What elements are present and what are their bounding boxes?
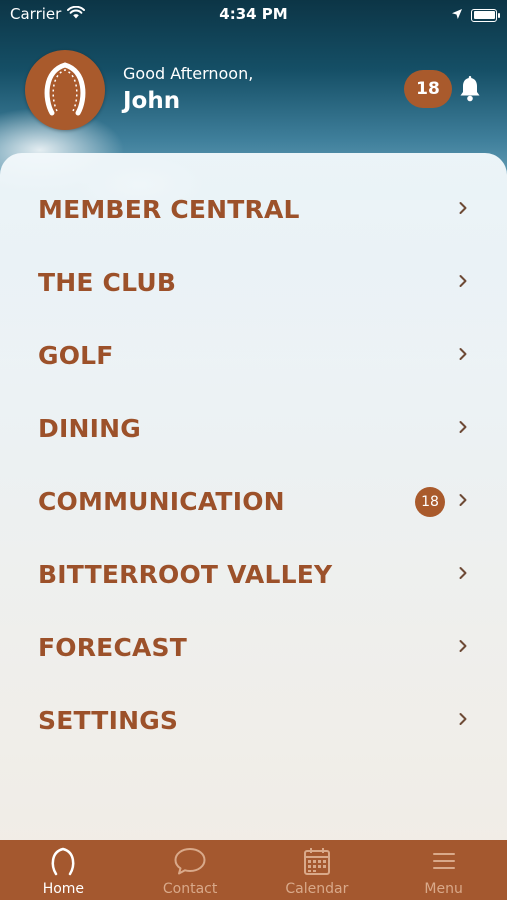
menu-item-forecast[interactable]: FORECAST — [0, 611, 507, 684]
chevron-right-icon — [458, 419, 468, 438]
tab-calendar[interactable]: Calendar — [254, 840, 381, 900]
menu-item-label: THE CLUB — [38, 268, 177, 297]
tab-contact[interactable]: Contact — [127, 840, 254, 900]
tab-label: Home — [42, 881, 85, 897]
location-arrow-icon — [451, 6, 463, 24]
menu-item-label: MEMBER CENTRAL — [38, 195, 300, 224]
menu-item-label: DINING — [38, 414, 141, 443]
menu-item-communication[interactable]: COMMUNICATION 18 — [0, 465, 507, 538]
avatar[interactable] — [25, 50, 105, 130]
menu-item-member-central[interactable]: MEMBER CENTRAL — [0, 173, 507, 246]
header: Good Afternoon, John 18 — [0, 48, 507, 132]
menu-item-label: BITTERROOT VALLEY — [38, 560, 333, 589]
tab-label: Calendar — [285, 881, 349, 897]
bell-icon[interactable] — [459, 76, 481, 106]
status-bar: Carrier 4:34 PM — [0, 0, 507, 30]
menu-item-label: GOLF — [38, 341, 114, 370]
chevron-right-icon — [458, 711, 468, 730]
hamburger-icon — [380, 846, 507, 876]
menu-item-the-club[interactable]: THE CLUB — [0, 246, 507, 319]
greeting-text: Good Afternoon, — [123, 64, 254, 83]
menu-item-label: FORECAST — [38, 633, 188, 662]
unread-count-badge: 18 — [415, 486, 445, 517]
main-menu: MEMBER CENTRAL THE CLUB GOLF DINING COMM… — [0, 153, 507, 840]
notification-count-badge[interactable]: 18 — [404, 70, 452, 108]
menu-item-label: COMMUNICATION — [38, 487, 285, 516]
menu-item-golf[interactable]: GOLF — [0, 319, 507, 392]
tab-menu[interactable]: Menu — [380, 840, 507, 900]
chevron-right-icon — [458, 273, 468, 292]
calendar-icon — [254, 846, 381, 876]
menu-item-dining[interactable]: DINING — [0, 392, 507, 465]
chat-bubble-icon — [127, 846, 254, 876]
horseshoe-icon — [0, 846, 127, 876]
menu-item-bitterroot-valley[interactable]: BITTERROOT VALLEY — [0, 538, 507, 611]
battery-icon — [471, 8, 500, 22]
tab-bar: Home Contact Calendar Menu — [0, 840, 507, 900]
tab-label: Contact — [162, 881, 218, 897]
chevron-right-icon — [458, 200, 468, 219]
menu-item-settings[interactable]: SETTINGS — [0, 684, 507, 757]
menu-item-label: SETTINGS — [38, 706, 179, 735]
chevron-right-icon — [458, 492, 468, 511]
tab-home[interactable]: Home — [0, 840, 127, 900]
chevron-right-icon — [458, 638, 468, 657]
status-time: 4:34 PM — [219, 5, 288, 23]
horseshoe-logo-icon — [40, 59, 90, 121]
user-name: John — [123, 88, 181, 114]
status-right — [451, 6, 500, 24]
chevron-right-icon — [458, 565, 468, 584]
tab-label: Menu — [424, 881, 463, 897]
chevron-right-icon — [458, 346, 468, 365]
